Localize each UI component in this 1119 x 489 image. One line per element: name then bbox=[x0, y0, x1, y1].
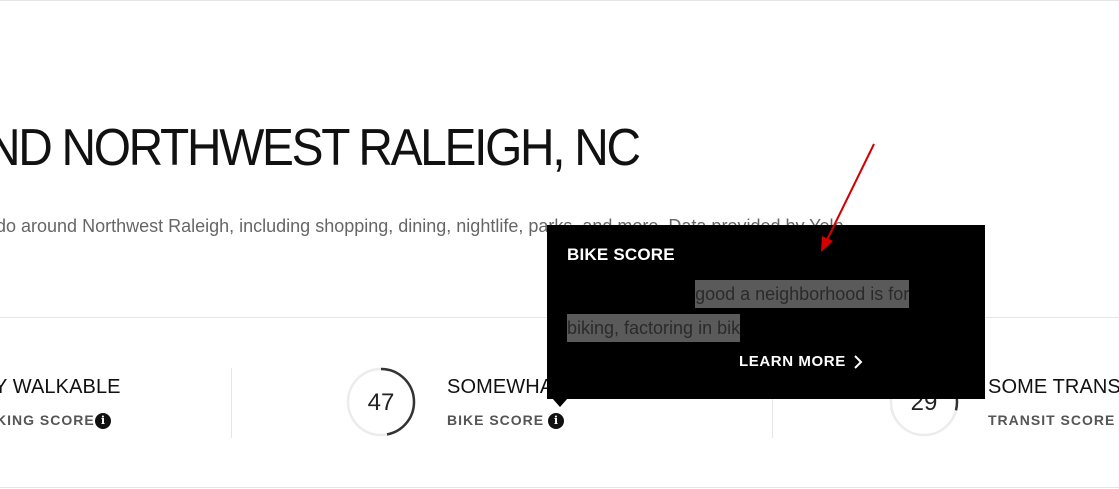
bike-score-value: 47 bbox=[367, 389, 395, 416]
tooltip-title: BIKE SCORE bbox=[567, 245, 675, 264]
tooltip-caret bbox=[552, 398, 568, 407]
transit-score-title: SOME TRANSI bbox=[988, 376, 1119, 398]
walk-score-info-icon[interactable]: i bbox=[95, 413, 111, 429]
tooltip-body-hidden-text: Measures how bbox=[567, 284, 685, 304]
learn-more-link[interactable]: LEARN MORE bbox=[739, 353, 846, 370]
walk-score-title: Y WALKABLE bbox=[0, 376, 121, 398]
bike-score-info-icon[interactable]: i bbox=[548, 413, 564, 429]
bike-score-title: SOMEWHA bbox=[447, 376, 554, 398]
tooltip-body: Measures how good a neighborhood is for … bbox=[567, 277, 927, 345]
page-heading: ND NORTHWEST RALEIGH, NC bbox=[0, 119, 641, 177]
bike-score-label: BIKE SCORE bbox=[447, 412, 545, 428]
bike-score-tooltip: BIKE SCORE Measures how good a neighborh… bbox=[547, 225, 985, 399]
page: ND NORTHWEST RALEIGH, NC do around North… bbox=[0, 0, 1119, 489]
walk-score-label: KING SCORE bbox=[0, 412, 95, 428]
tooltip-body-highlight-2: biking, factoring in bik bbox=[567, 314, 741, 342]
column-divider bbox=[231, 368, 232, 438]
transit-score-label: TRANSIT SCORE bbox=[988, 412, 1116, 428]
top-divider bbox=[0, 0, 1119, 1]
tooltip-body-highlight-1: good a neighborhood is for bbox=[695, 280, 910, 308]
bottom-divider bbox=[0, 487, 1119, 488]
chevron-right-icon[interactable] bbox=[849, 353, 869, 371]
